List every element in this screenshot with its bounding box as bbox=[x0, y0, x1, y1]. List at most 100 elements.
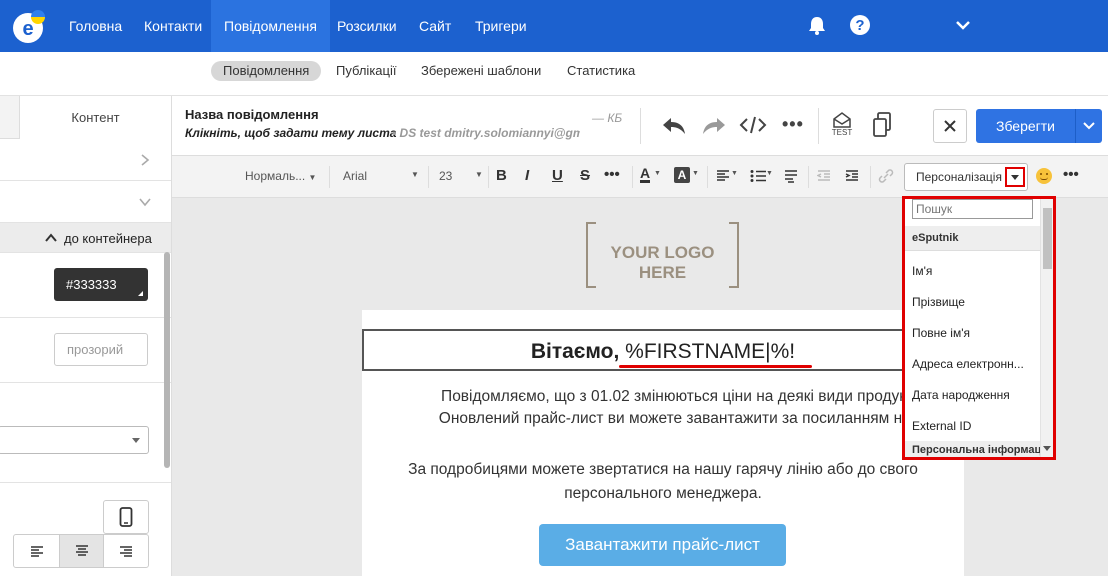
nav-messages[interactable]: Повідомлення bbox=[211, 0, 330, 52]
esputnik-logo-icon[interactable]: e bbox=[8, 6, 48, 46]
nav-home[interactable]: Головна bbox=[56, 0, 135, 52]
panel-scrollbar[interactable] bbox=[164, 252, 170, 468]
bold-icon[interactable]: B bbox=[496, 167, 507, 184]
nav-site[interactable]: Сайт bbox=[406, 0, 464, 52]
mobile-phone-icon bbox=[119, 507, 133, 527]
strikethrough-icon[interactable]: S bbox=[580, 167, 590, 184]
font-select-value: Arial bbox=[343, 169, 368, 183]
emoji-icon[interactable] bbox=[1036, 168, 1052, 184]
indent-icon[interactable] bbox=[845, 169, 859, 183]
group-header-personal-info: Персональна інформац bbox=[905, 441, 1040, 457]
more-options-icon[interactable]: ••• bbox=[782, 114, 804, 135]
svg-text:?: ? bbox=[855, 17, 864, 34]
subnav-messages[interactable]: Повідомлення bbox=[211, 61, 322, 81]
copy-icon[interactable] bbox=[872, 112, 892, 138]
editor-header: Назва повідомлення Клікніть, щоб задати … bbox=[172, 96, 1108, 156]
nav-triggers[interactable]: Тригери bbox=[462, 0, 540, 52]
font-size-select[interactable]: 23 ▼ bbox=[439, 169, 484, 183]
nav-campaigns[interactable]: Розсилки bbox=[324, 0, 410, 52]
container-link[interactable]: до контейнера bbox=[64, 231, 152, 246]
tab-content[interactable]: Контент bbox=[20, 96, 171, 139]
option-birthdate[interactable]: Дата народження bbox=[912, 388, 1010, 402]
paragraph-prices[interactable]: Повідомляємо, що з 01.02 змінюються ціни… bbox=[362, 386, 964, 430]
divider bbox=[428, 166, 429, 188]
undo-icon[interactable] bbox=[661, 114, 687, 136]
option-last-name[interactable]: Прізвище bbox=[912, 295, 965, 309]
background-color-icon[interactable]: A bbox=[674, 167, 690, 183]
format-toolbar: Нормаль... ▼ Arial ▼ 23 ▼ B I U S ••• A ▼ … bbox=[172, 156, 1108, 198]
scroll-down-arrow-icon[interactable] bbox=[1043, 446, 1051, 451]
personalization-caret-button[interactable] bbox=[1005, 167, 1025, 187]
top-navigation: e Головна Контакти Повідомлення Розсилки… bbox=[0, 0, 1108, 52]
caret-down-icon bbox=[1011, 175, 1019, 180]
group-header-esputnik: eSputnik bbox=[905, 226, 1040, 251]
collapsed-section-1[interactable] bbox=[0, 139, 171, 181]
option-email[interactable]: Адреса електронн... bbox=[912, 357, 1024, 371]
transparent-swatch[interactable]: прозорий bbox=[54, 333, 148, 366]
divider bbox=[488, 166, 489, 188]
red-underline-annotation bbox=[619, 365, 812, 368]
download-pricelist-button[interactable]: Завантажити прайс-лист bbox=[539, 524, 786, 566]
chevron-down-icon[interactable] bbox=[952, 14, 974, 36]
paragraph-line: Повідомляємо, що з 01.02 змінюються ціни… bbox=[441, 388, 915, 405]
code-view-icon[interactable] bbox=[739, 115, 767, 135]
caret-down-icon: ▼ bbox=[475, 170, 483, 179]
bulleted-list-icon[interactable] bbox=[750, 169, 766, 183]
subnav-saved-templates[interactable]: Збережені шаблони bbox=[409, 61, 553, 81]
divider bbox=[632, 166, 633, 188]
font-select[interactable]: Arial ▼ bbox=[343, 169, 423, 183]
more-format-icon[interactable]: ••• bbox=[604, 166, 620, 183]
nav-contacts[interactable]: Контакти bbox=[131, 0, 215, 52]
caret-down-icon: ▼ bbox=[411, 170, 419, 179]
save-button[interactable]: Зберегти bbox=[976, 109, 1075, 143]
greeting-block[interactable]: Вітаємо, %FIRSTNAME|%! bbox=[362, 329, 964, 371]
subject-hint[interactable]: Клікніть, щоб задати тему листа bbox=[185, 126, 396, 140]
align-left-icon[interactable] bbox=[716, 169, 730, 183]
help-icon[interactable]: ? bbox=[849, 14, 871, 36]
align-left-icon[interactable] bbox=[30, 545, 44, 559]
align-center-icon bbox=[76, 545, 88, 556]
send-test-button[interactable]: TEST bbox=[828, 112, 856, 140]
line-height-icon[interactable] bbox=[784, 169, 798, 183]
align-right-icon[interactable] bbox=[119, 545, 133, 559]
message-name[interactable]: Назва повідомлення bbox=[185, 107, 319, 122]
font-family-select[interactable] bbox=[0, 426, 149, 454]
personalization-select[interactable]: Персоналізація bbox=[904, 163, 1028, 191]
divider bbox=[818, 108, 819, 144]
firstname-variable: %FIRSTNAME|%! bbox=[625, 340, 796, 363]
logo-placeholder[interactable]: YOUR LOGO HERE bbox=[586, 222, 739, 288]
dropdown-scrollbar[interactable] bbox=[1040, 199, 1053, 457]
personalization-search-input[interactable] bbox=[912, 199, 1033, 219]
greeting-text: Вітаємо, %FIRSTNAME|%! bbox=[364, 340, 962, 364]
link-icon[interactable] bbox=[878, 169, 894, 183]
underline-icon[interactable]: U bbox=[552, 167, 563, 184]
greeting-bold: Вітаємо, bbox=[530, 340, 620, 363]
test-label: TEST bbox=[831, 128, 853, 137]
envelope-open-icon bbox=[833, 112, 851, 128]
subnav-statistics[interactable]: Статистика bbox=[555, 61, 647, 81]
tab-other[interactable] bbox=[0, 96, 20, 139]
text-color-icon[interactable]: A bbox=[640, 166, 651, 183]
bell-icon[interactable] bbox=[806, 14, 828, 36]
option-external-id[interactable]: External ID bbox=[912, 419, 971, 433]
subnav-publications[interactable]: Публікації bbox=[324, 61, 408, 81]
style-select[interactable]: Нормаль... ▼ bbox=[245, 169, 316, 183]
redo-icon[interactable] bbox=[701, 114, 727, 136]
scrollbar-thumb[interactable] bbox=[1043, 208, 1052, 269]
option-first-name[interactable]: Ім'я bbox=[912, 264, 932, 278]
close-button[interactable] bbox=[933, 109, 967, 143]
align-center-button[interactable] bbox=[59, 535, 104, 567]
mobile-view-button[interactable] bbox=[103, 500, 149, 534]
option-full-name[interactable]: Повне ім'я bbox=[912, 326, 970, 340]
expanded-section[interactable] bbox=[0, 181, 171, 223]
italic-icon[interactable]: I bbox=[525, 167, 529, 184]
save-options-button[interactable] bbox=[1075, 109, 1102, 143]
container-link-row[interactable]: до контейнера bbox=[0, 223, 171, 253]
divider bbox=[707, 166, 708, 188]
paragraph-contacts[interactable]: За подробицями можете звертатися на нашу… bbox=[362, 458, 964, 506]
message-size: — КБ bbox=[592, 111, 623, 125]
logo-text: YOUR LOGO HERE bbox=[610, 243, 715, 282]
color-swatch[interactable]: #333333 bbox=[54, 268, 148, 301]
more-options-icon[interactable]: ••• bbox=[1063, 166, 1079, 183]
outdent-icon[interactable] bbox=[817, 169, 831, 183]
